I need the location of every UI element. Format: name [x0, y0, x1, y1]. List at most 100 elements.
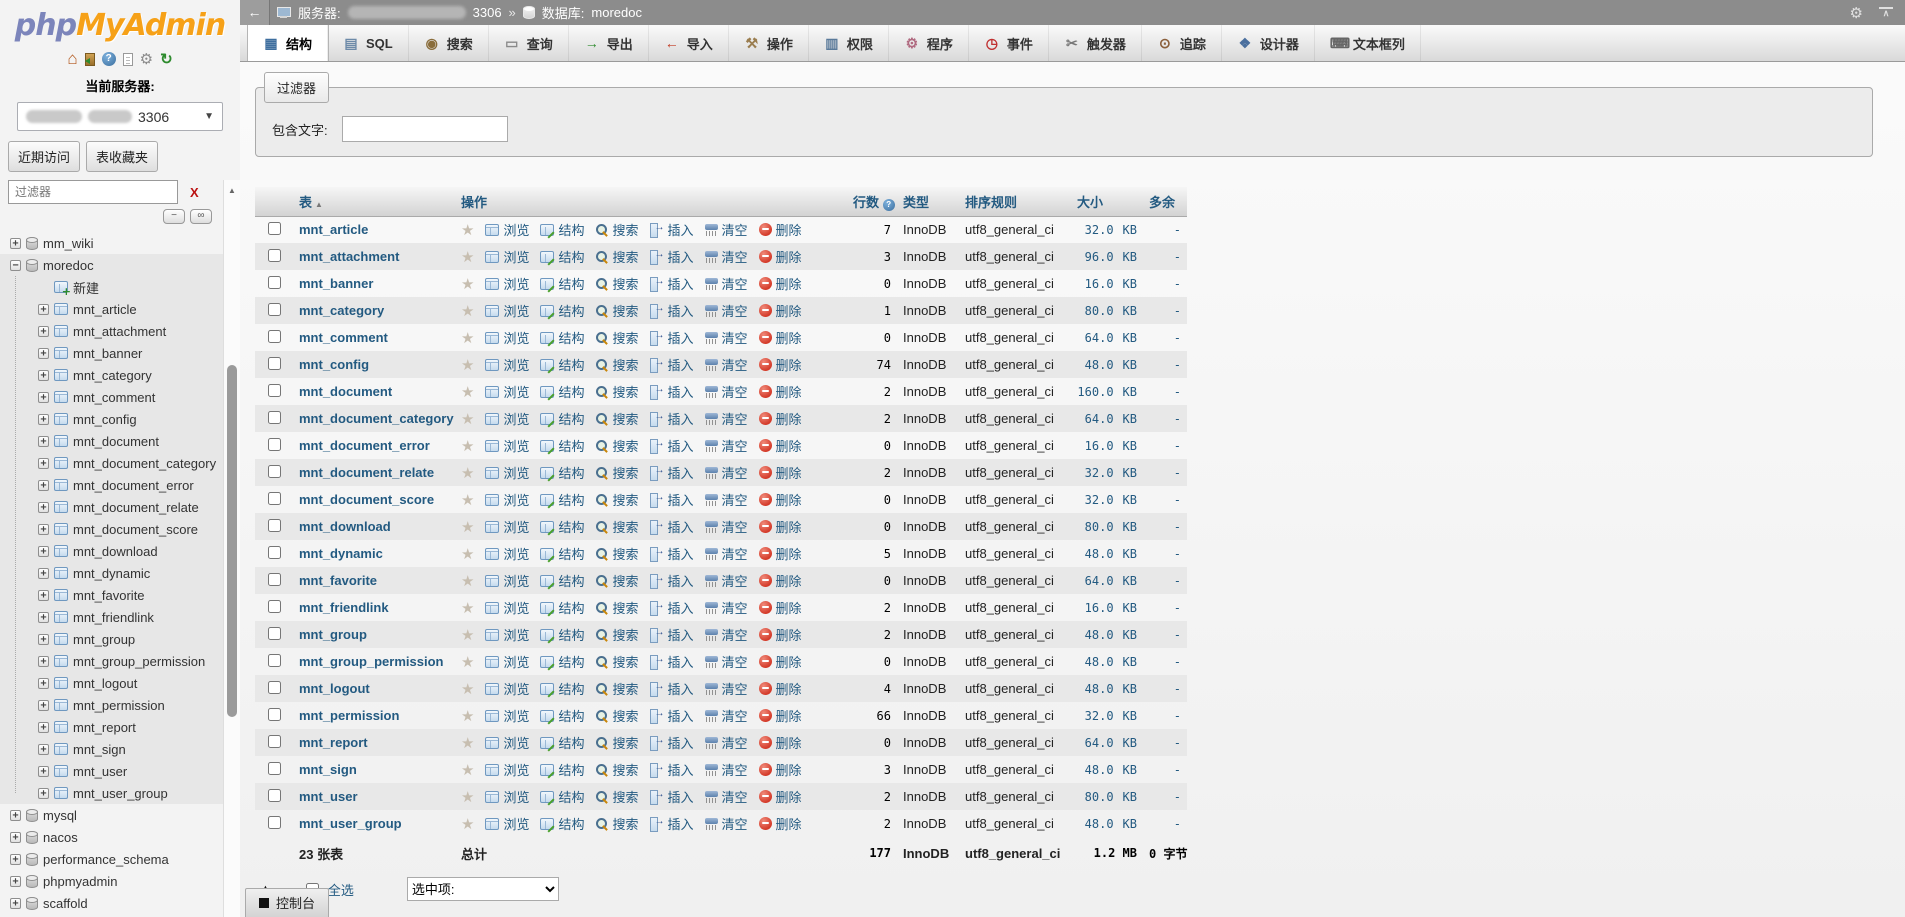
- browse-action-link[interactable]: 浏览: [485, 517, 529, 536]
- favorite-star-icon[interactable]: [461, 518, 474, 536]
- tree-item-mnt_group[interactable]: + mnt_group: [0, 628, 223, 650]
- table-name-link[interactable]: mnt_document_error: [299, 438, 430, 453]
- insert-action-link[interactable]: 插入: [649, 706, 694, 725]
- insert-action-link[interactable]: 插入: [649, 301, 694, 320]
- tree-expander-icon[interactable]: +: [38, 611, 49, 623]
- row-checkbox[interactable]: [267, 653, 281, 667]
- tree-item-mnt_logout[interactable]: + mnt_logout: [0, 672, 223, 694]
- tree-expander-icon[interactable]: +: [38, 303, 49, 315]
- tree-expander-icon[interactable]: +: [10, 875, 21, 887]
- browse-action-link[interactable]: 浏览: [485, 625, 529, 644]
- back-arrow-button[interactable]: ←: [240, 0, 270, 25]
- browse-action-link[interactable]: 浏览: [485, 382, 529, 401]
- drop-action-link[interactable]: 删除: [758, 409, 802, 428]
- tree-expander-icon[interactable]: +: [38, 787, 49, 799]
- table-name-link[interactable]: mnt_logout: [299, 681, 370, 696]
- insert-action-link[interactable]: 插入: [649, 490, 694, 509]
- table-name-link[interactable]: mnt_report: [299, 735, 368, 750]
- empty-action-link[interactable]: 清空: [704, 463, 748, 482]
- search-action-action-link[interactable]: 搜索: [595, 625, 639, 644]
- table-name-link[interactable]: mnt_category: [299, 303, 384, 318]
- tree-item-performance_schema[interactable]: + performance_schema: [0, 848, 240, 870]
- table-name-link[interactable]: mnt_document: [299, 384, 392, 399]
- tree-item-moredoc[interactable]: − moredoc: [0, 254, 223, 276]
- search-action-action-link[interactable]: 搜索: [595, 679, 639, 698]
- favorite-star-icon[interactable]: [461, 680, 474, 698]
- insert-action-link[interactable]: 插入: [649, 247, 694, 266]
- structure-action-action-link[interactable]: 结构: [540, 382, 584, 401]
- row-checkbox[interactable]: [267, 734, 281, 748]
- tree-expander-icon[interactable]: +: [38, 545, 49, 557]
- table-name-link[interactable]: mnt_favorite: [299, 573, 377, 588]
- structure-action-action-link[interactable]: 结构: [540, 301, 584, 320]
- tab-triggers[interactable]: 触发器: [1049, 25, 1142, 61]
- tree-item-mnt_category[interactable]: + mnt_category: [0, 364, 223, 386]
- structure-action-action-link[interactable]: 结构: [540, 274, 584, 293]
- empty-action-link[interactable]: 清空: [704, 733, 748, 752]
- tree-item-mnt_friendlink[interactable]: + mnt_friendlink: [0, 606, 223, 628]
- search-action-action-link[interactable]: 搜索: [595, 274, 639, 293]
- tree-item-新建[interactable]: 新建: [0, 276, 223, 298]
- row-checkbox[interactable]: [267, 383, 281, 397]
- collapse-topbar-icon[interactable]: [1879, 7, 1893, 18]
- search-action-action-link[interactable]: 搜索: [595, 598, 639, 617]
- favorite-star-icon[interactable]: [461, 356, 474, 374]
- tab-privileges[interactable]: 权限: [809, 25, 889, 61]
- row-checkbox[interactable]: [267, 329, 281, 343]
- drop-action-link[interactable]: 删除: [758, 463, 802, 482]
- tree-item-mnt_document_score[interactable]: + mnt_document_score: [0, 518, 223, 540]
- table-name-link[interactable]: mnt_group_permission: [299, 654, 443, 669]
- tree-item-mnt_article[interactable]: + mnt_article: [0, 298, 223, 320]
- insert-action-link[interactable]: 插入: [649, 544, 694, 563]
- settings-gear-icon[interactable]: ⚙: [1850, 4, 1863, 22]
- tree-item-mnt_report[interactable]: + mnt_report: [0, 716, 223, 738]
- favorite-star-icon[interactable]: [461, 221, 474, 239]
- structure-action-action-link[interactable]: 结构: [540, 706, 584, 725]
- drop-action-link[interactable]: 删除: [758, 706, 802, 725]
- tree-expander-icon[interactable]: +: [38, 523, 49, 535]
- table-name-link[interactable]: mnt_sign: [299, 762, 357, 777]
- drop-action-link[interactable]: 删除: [758, 652, 802, 671]
- tree-item-mnt_document_category[interactable]: + mnt_document_category: [0, 452, 223, 474]
- favorite-star-icon[interactable]: [461, 599, 474, 617]
- structure-action-action-link[interactable]: 结构: [540, 517, 584, 536]
- tree-item-mnt_permission[interactable]: + mnt_permission: [0, 694, 223, 716]
- empty-action-link[interactable]: 清空: [704, 706, 748, 725]
- tab-central-columns[interactable]: 文本框列: [1315, 25, 1421, 61]
- table-name-link[interactable]: mnt_document_score: [299, 492, 434, 507]
- search-action-action-link[interactable]: 搜索: [595, 409, 639, 428]
- row-checkbox[interactable]: [267, 788, 281, 802]
- tree-item-mnt_document_error[interactable]: + mnt_document_error: [0, 474, 223, 496]
- link-panels-button[interactable]: ∞: [190, 209, 212, 224]
- browse-action-link[interactable]: 浏览: [485, 679, 529, 698]
- favorite-star-icon[interactable]: [461, 707, 474, 725]
- empty-action-link[interactable]: 清空: [704, 571, 748, 590]
- row-checkbox[interactable]: [267, 707, 281, 721]
- structure-action-action-link[interactable]: 结构: [540, 652, 584, 671]
- empty-action-link[interactable]: 清空: [704, 490, 748, 509]
- tree-expander-icon[interactable]: +: [38, 369, 49, 381]
- insert-action-link[interactable]: 插入: [649, 328, 694, 347]
- drop-action-link[interactable]: 删除: [758, 382, 802, 401]
- tree-item-mnt_document[interactable]: + mnt_document: [0, 430, 223, 452]
- browse-action-link[interactable]: 浏览: [485, 652, 529, 671]
- favorite-tables-button[interactable]: 表收藏夹: [86, 141, 159, 172]
- table-name-link[interactable]: mnt_friendlink: [299, 600, 389, 615]
- search-action-action-link[interactable]: 搜索: [595, 220, 639, 239]
- insert-action-link[interactable]: 插入: [649, 463, 694, 482]
- table-name-link[interactable]: mnt_comment: [299, 330, 388, 345]
- tree-item-mm_wiki[interactable]: + mm_wiki: [0, 232, 240, 254]
- tree-expander-icon[interactable]: +: [38, 325, 49, 337]
- row-checkbox[interactable]: [267, 356, 281, 370]
- drop-action-link[interactable]: 删除: [758, 517, 802, 536]
- insert-action-link[interactable]: 插入: [649, 652, 694, 671]
- empty-action-link[interactable]: 清空: [704, 409, 748, 428]
- empty-action-link[interactable]: 清空: [704, 544, 748, 563]
- tree-item-mnt_document_relate[interactable]: + mnt_document_relate: [0, 496, 223, 518]
- drop-action-link[interactable]: 删除: [758, 355, 802, 374]
- tab-query[interactable]: 查询: [489, 25, 569, 61]
- search-action-action-link[interactable]: 搜索: [595, 436, 639, 455]
- drop-action-link[interactable]: 删除: [758, 247, 802, 266]
- search-action-action-link[interactable]: 搜索: [595, 706, 639, 725]
- drop-action-link[interactable]: 删除: [758, 436, 802, 455]
